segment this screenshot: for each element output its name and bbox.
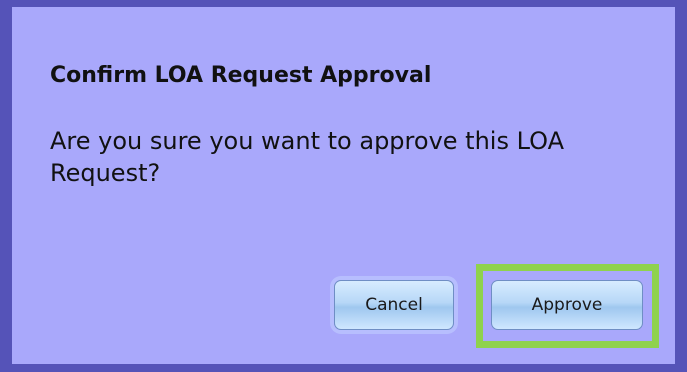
cancel-button[interactable]: Cancel (334, 280, 454, 330)
approve-button[interactable]: Approve (491, 280, 643, 330)
dialog-message: Are you sure you want to approve this LO… (50, 127, 564, 187)
dialog-title: Confirm LOA Request Approval (50, 63, 432, 88)
